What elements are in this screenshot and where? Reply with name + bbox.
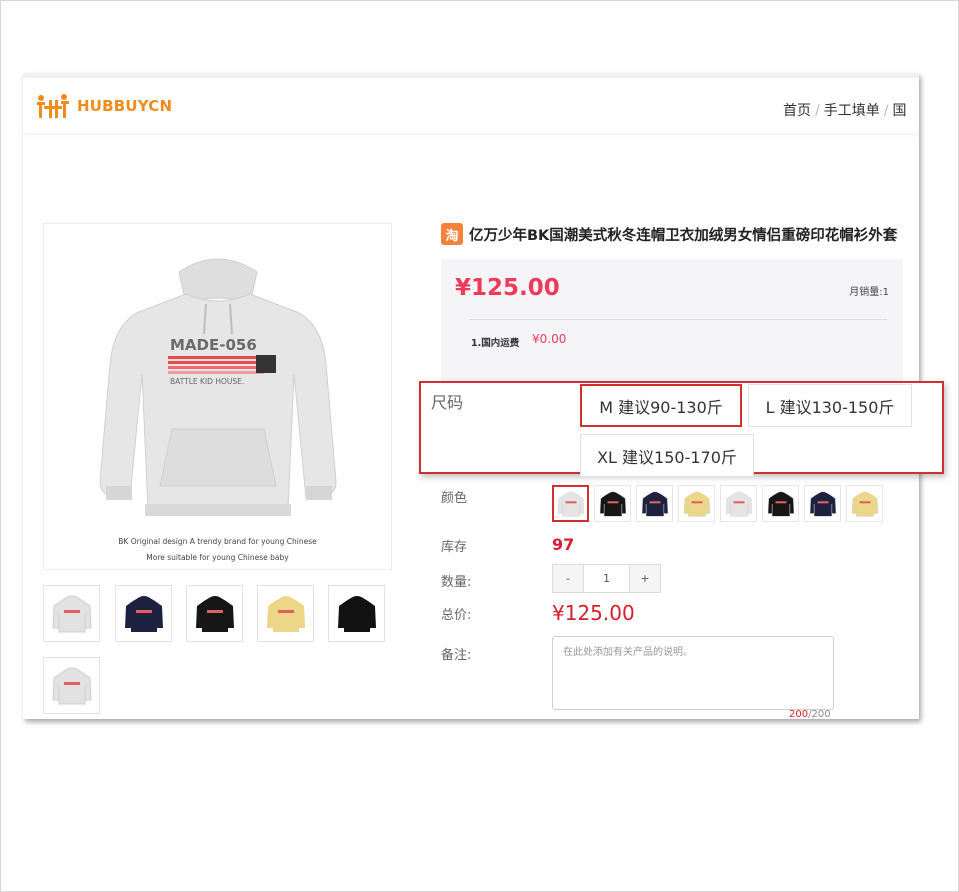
stock-value: 97 xyxy=(552,535,575,554)
breadcrumb: 首页 / 手工填单 / 国 xyxy=(783,100,906,120)
hoodie-thumb-icon xyxy=(51,667,92,704)
color-swatch-navy[interactable] xyxy=(636,485,673,522)
breadcrumb-item-3[interactable]: 国 xyxy=(892,103,906,119)
thumbnail-light-grey[interactable] xyxy=(43,585,100,642)
hoodie-swatch-icon xyxy=(725,491,752,516)
monthly-sales: 月销量:1 xyxy=(849,287,889,298)
color-swatch-black[interactable] xyxy=(594,485,631,522)
color-swatch-light-grey[interactable] xyxy=(720,485,757,522)
total-price: ¥125.00 xyxy=(552,601,635,625)
hoodie-swatch-icon xyxy=(557,491,584,516)
brand-logo[interactable]: HUBBUYCN xyxy=(35,92,172,120)
color-swatch-yellow[interactable] xyxy=(678,485,715,522)
hoodie-swatch-icon xyxy=(767,491,794,516)
price-box: ¥125.00 月销量:1 1.国内运费 ¥0.00 xyxy=(441,259,903,383)
product-title-row: 淘 亿万少年BK国潮美式秋冬连帽卫衣加绒男女情侣重磅印花帽衫外套 xyxy=(441,223,897,245)
note-char-used: 200 xyxy=(789,709,809,719)
hoodie-thumb-icon xyxy=(337,595,376,632)
note-char-count: 200/200 xyxy=(789,709,831,719)
quantity-input[interactable]: 1 xyxy=(583,565,630,592)
hoodie-swatch-icon xyxy=(641,491,668,516)
breadcrumb-separator: / xyxy=(883,103,889,119)
color-swatch-yellow[interactable] xyxy=(846,485,883,522)
quantity-stepper: - 1 + xyxy=(552,564,661,593)
hoodie-thumb-icon xyxy=(266,595,305,632)
hoodie-illustration: MADE-056 BATTLE KID HOUSE. xyxy=(99,258,337,516)
hoodie-swatch-icon xyxy=(851,491,878,516)
color-swatch-light-grey[interactable] xyxy=(552,485,589,522)
color-label: 颜色 xyxy=(441,491,468,506)
taobao-icon: 淘 xyxy=(441,223,463,245)
note-char-max: /200 xyxy=(808,709,831,719)
quantity-increment-button[interactable]: + xyxy=(630,565,660,592)
brand-name: HUBBUYCN xyxy=(77,97,173,115)
hoodie-thumb-icon xyxy=(195,595,234,632)
image-caption-1: BK Original design A trendy brand for yo… xyxy=(118,537,317,546)
size-option-xl[interactable]: XL 建议150-170斤 xyxy=(580,434,754,477)
thumbnail-black-plain[interactable] xyxy=(328,585,385,642)
product-price: ¥125.00 xyxy=(455,275,560,301)
domestic-shipping-label: 1.国内运费 xyxy=(471,338,520,349)
thumbnail-yellow[interactable] xyxy=(257,585,314,642)
hoodie-graphic-title: MADE-056 xyxy=(170,336,257,354)
product-title: 亿万少年BK国潮美式秋冬连帽卫衣加绒男女情侣重磅印花帽衫外套 xyxy=(469,227,898,244)
thumbnail-navy[interactable] xyxy=(115,585,172,642)
breadcrumb-separator: / xyxy=(815,103,820,119)
note-textarea[interactable]: 在此处添加有关产品的说明。 xyxy=(552,636,834,710)
hoodie-swatch-icon xyxy=(809,491,836,516)
color-swatch-navy[interactable] xyxy=(804,485,841,522)
note-label: 备注: xyxy=(441,648,472,663)
main-product-image[interactable]: MADE-056 BATTLE KID HOUSE. BK Original d… xyxy=(43,223,392,570)
color-swatch-black[interactable] xyxy=(762,485,799,522)
price-divider xyxy=(469,319,887,320)
size-label: 尺码 xyxy=(431,393,464,412)
size-option-m[interactable]: M 建议90-130斤 xyxy=(580,384,742,427)
hoodie-graphic-subtitle: BATTLE KID HOUSE. xyxy=(170,377,244,386)
quantity-decrement-button[interactable]: - xyxy=(553,565,583,592)
thumbnail-light-grey-2[interactable] xyxy=(43,657,100,714)
hubbuy-logo-icon xyxy=(37,94,69,118)
top-nav-bar: HUBBUYCN 首页 / 手工填单 / 国 xyxy=(23,73,919,133)
stock-label: 库存 xyxy=(441,540,468,555)
total-label: 总价: xyxy=(441,608,472,623)
screenshot-frame: HUBBUYCN 首页 / 手工填单 / 国 MADE-056 BATTLE K… xyxy=(0,0,959,892)
hoodie-thumb-icon xyxy=(51,595,92,632)
quantity-label: 数量: xyxy=(441,575,472,590)
hoodie-swatch-icon xyxy=(683,491,710,516)
breadcrumb-manual-order[interactable]: 手工填单 xyxy=(824,103,880,119)
hoodie-thumb-icon xyxy=(124,595,163,632)
image-caption-2: More suitable for young Chinese baby xyxy=(146,553,289,562)
breadcrumb-home[interactable]: 首页 xyxy=(783,103,811,119)
size-option-l[interactable]: L 建议130-150斤 xyxy=(748,384,912,427)
thumbnail-black[interactable] xyxy=(186,585,243,642)
hoodie-swatch-icon xyxy=(599,491,626,516)
size-selector-callout: 尺码 M 建议90-130斤 L 建议130-150斤 XL 建议150-170… xyxy=(419,381,944,477)
domestic-shipping-value: ¥0.00 xyxy=(532,332,567,346)
